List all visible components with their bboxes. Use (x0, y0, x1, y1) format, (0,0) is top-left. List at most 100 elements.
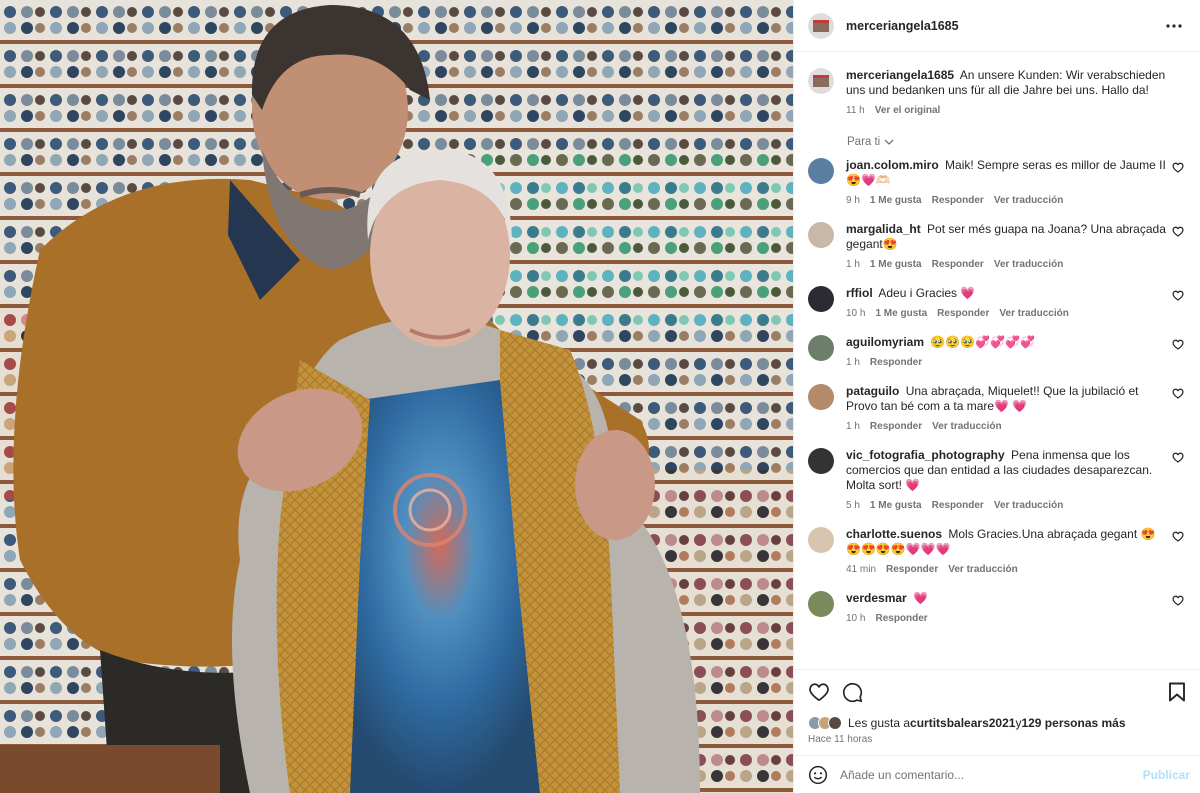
comment-time[interactable]: 9 h (846, 195, 860, 206)
caption-avatar[interactable] (808, 68, 834, 94)
author-avatar[interactable] (808, 12, 834, 39)
comment-button[interactable] (842, 682, 863, 703)
para-ti-label: Para ti (847, 136, 881, 148)
comment-like-button[interactable] (1172, 339, 1186, 353)
bookmark-icon (1169, 682, 1185, 702)
comment-like-button[interactable] (1172, 162, 1186, 176)
emoji-icon (808, 765, 828, 784)
heart-icon (1172, 339, 1184, 350)
comment-like-button[interactable] (1172, 388, 1186, 402)
caption-time[interactable]: 11 h (846, 105, 865, 116)
commenter-avatar[interactable] (808, 591, 834, 617)
caption-username[interactable]: merceriangela1685 (846, 68, 954, 82)
comment-item-rffiol: rffiol Adeu i Gracies 💗 10 h 1 Me gusta … (808, 286, 1186, 319)
comment-likes[interactable]: 1 Me gusta (870, 500, 922, 511)
comment-time[interactable]: 1 h (846, 421, 860, 432)
reply-button[interactable]: Responder (870, 357, 922, 368)
para-ti-filter[interactable]: Para ti (847, 136, 1186, 148)
comment-time[interactable]: 1 h (846, 357, 860, 368)
comment-item-vic_fotografia_photography: vic_fotografia_photography Pena inmensa … (808, 448, 1186, 511)
commenter-avatar[interactable] (808, 158, 834, 184)
post-header: merceriangela1685 (794, 0, 1200, 52)
comment-like-button[interactable] (1172, 290, 1186, 304)
see-original-button[interactable]: Ver el original (875, 105, 941, 116)
comment-username[interactable]: charlotte.suenos (846, 527, 942, 541)
comment-username[interactable]: margalida_ht (846, 222, 921, 236)
comment-item-verdesmar: verdesmar 💗 10 h Responder (808, 591, 1186, 624)
comment-icon (842, 682, 863, 702)
post-actions: Les gusta a curtitsbalears2021 y 129 per… (794, 669, 1200, 755)
commenter-avatar[interactable] (808, 286, 834, 312)
comment-time[interactable]: 10 h (846, 613, 865, 624)
comment-composer: Publicar (794, 755, 1200, 793)
reply-button[interactable]: Responder (932, 500, 984, 511)
commenter-avatar[interactable] (808, 527, 834, 553)
comment-username[interactable]: aguilomyriam (846, 335, 924, 349)
likes-summary: Les gusta a curtitsbalears2021 y 129 per… (808, 716, 1186, 730)
translate-button[interactable]: Ver traducción (994, 500, 1063, 511)
translate-button[interactable]: Ver traducción (932, 421, 1001, 432)
translate-button[interactable]: Ver traducción (994, 195, 1063, 206)
comment-username[interactable]: verdesmar (846, 591, 907, 605)
more-options-button[interactable] (1162, 14, 1186, 38)
likes-user[interactable]: curtitsbalears2021 (910, 716, 1015, 730)
post-modal: merceriangela1685 merceriangela1685 An u… (0, 0, 1200, 793)
like-button[interactable] (808, 682, 830, 702)
heart-icon (1172, 595, 1184, 606)
comment-item-margalida_ht: margalida_ht Pot ser més guapa na Joana?… (808, 222, 1186, 270)
comment-username[interactable]: joan.colom.miro (846, 158, 939, 172)
chevron-down-icon (884, 139, 894, 145)
commenter-avatar[interactable] (808, 448, 834, 474)
commenter-avatar[interactable] (808, 222, 834, 248)
reply-button[interactable]: Responder (932, 259, 984, 270)
comments-list[interactable]: merceriangela1685 An unsere Kunden: Wir … (794, 52, 1200, 669)
liker-avatars (808, 716, 842, 730)
comment-like-button[interactable] (1172, 595, 1186, 609)
comment-time[interactable]: 5 h (846, 500, 860, 511)
heart-icon (1172, 162, 1184, 173)
comment-like-button[interactable] (1172, 452, 1186, 466)
comment-like-button[interactable] (1172, 531, 1186, 545)
comment-username[interactable]: pataguilo (846, 384, 899, 398)
author-username[interactable]: merceriangela1685 (846, 19, 1162, 33)
comment-item-charlotte.suenos: charlotte.suenos Mols Gracies.Una abraça… (808, 527, 1186, 575)
translate-button[interactable]: Ver traducción (994, 259, 1063, 270)
comment-item-joan.colom.miro: joan.colom.miro Maik! Sempre seras es mi… (808, 158, 1186, 206)
comment-time[interactable]: 41 min (846, 564, 876, 575)
comment-text: 🥹🥹🥹💞💞💞💞 (930, 335, 1035, 349)
comment-input[interactable] (840, 767, 1143, 782)
comment-username[interactable]: rffiol (846, 286, 873, 300)
commenter-avatar[interactable] (808, 384, 834, 410)
comment-like-button[interactable] (1172, 226, 1186, 240)
commenter-avatar[interactable] (808, 335, 834, 361)
publish-button[interactable]: Publicar (1143, 768, 1190, 782)
translate-button[interactable]: Ver traducción (948, 564, 1017, 575)
heart-icon (1172, 531, 1184, 542)
comments-container: joan.colom.miro Maik! Sempre seras es mi… (808, 158, 1186, 624)
reply-button[interactable]: Responder (875, 613, 927, 624)
post-image (0, 0, 793, 793)
comments-panel: merceriangela1685 merceriangela1685 An u… (793, 0, 1200, 793)
comment-time[interactable]: 1 h (846, 259, 860, 270)
comment-username[interactable]: vic_fotografia_photography (846, 448, 1005, 462)
reply-button[interactable]: Responder (886, 564, 938, 575)
likes-others[interactable]: 129 personas más (1021, 716, 1125, 730)
post-photo[interactable] (0, 0, 793, 793)
reply-button[interactable]: Responder (870, 421, 922, 432)
comment-time[interactable]: 10 h (846, 308, 865, 319)
heart-icon (1172, 388, 1184, 399)
reply-button[interactable]: Responder (937, 308, 989, 319)
save-button[interactable] (1168, 682, 1186, 702)
emoji-button[interactable] (808, 765, 828, 785)
post-date[interactable]: Hace 11 horas (808, 734, 1186, 745)
heart-icon (1172, 290, 1184, 301)
comment-text: Adeu i Gracies 💗 (878, 286, 976, 300)
comment-likes[interactable]: 1 Me gusta (870, 195, 922, 206)
reply-button[interactable]: Responder (932, 195, 984, 206)
more-horizontal-icon (1166, 23, 1182, 28)
translate-button[interactable]: Ver traducción (999, 308, 1068, 319)
comment-item-aguilomyriam: aguilomyriam 🥹🥹🥹💞💞💞💞 1 h Responder (808, 335, 1186, 368)
heart-icon (809, 683, 829, 702)
comment-likes[interactable]: 1 Me gusta (870, 259, 922, 270)
comment-likes[interactable]: 1 Me gusta (875, 308, 927, 319)
